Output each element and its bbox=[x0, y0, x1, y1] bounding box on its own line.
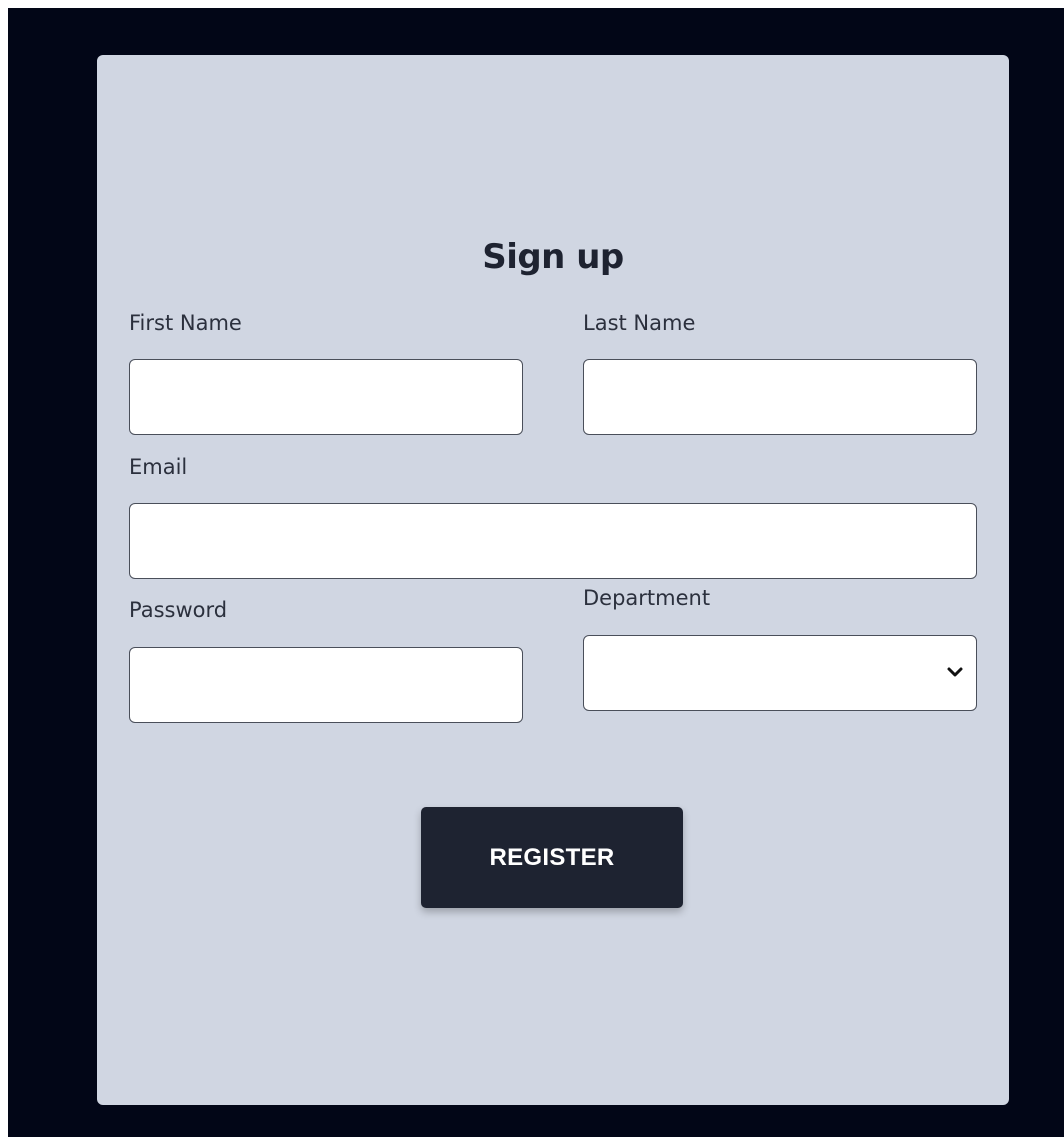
form-title: Sign up bbox=[482, 237, 624, 277]
password-input[interactable] bbox=[129, 647, 523, 723]
department-select[interactable] bbox=[583, 635, 977, 711]
email-label: Email bbox=[129, 455, 188, 479]
email-input[interactable] bbox=[129, 503, 977, 579]
last-name-label: Last Name bbox=[583, 311, 696, 335]
password-label: Password bbox=[129, 598, 228, 622]
first-name-label: First Name bbox=[129, 311, 242, 335]
first-name-input[interactable] bbox=[129, 359, 523, 435]
register-button[interactable]: REGISTER bbox=[421, 807, 683, 908]
page-background: Sign up First Name Last Name Email Passw… bbox=[8, 8, 1064, 1137]
department-label: Department bbox=[583, 586, 711, 610]
signup-card: Sign up First Name Last Name Email Passw… bbox=[97, 55, 1009, 1105]
last-name-input[interactable] bbox=[583, 359, 977, 435]
chevron-down-icon bbox=[947, 667, 963, 677]
